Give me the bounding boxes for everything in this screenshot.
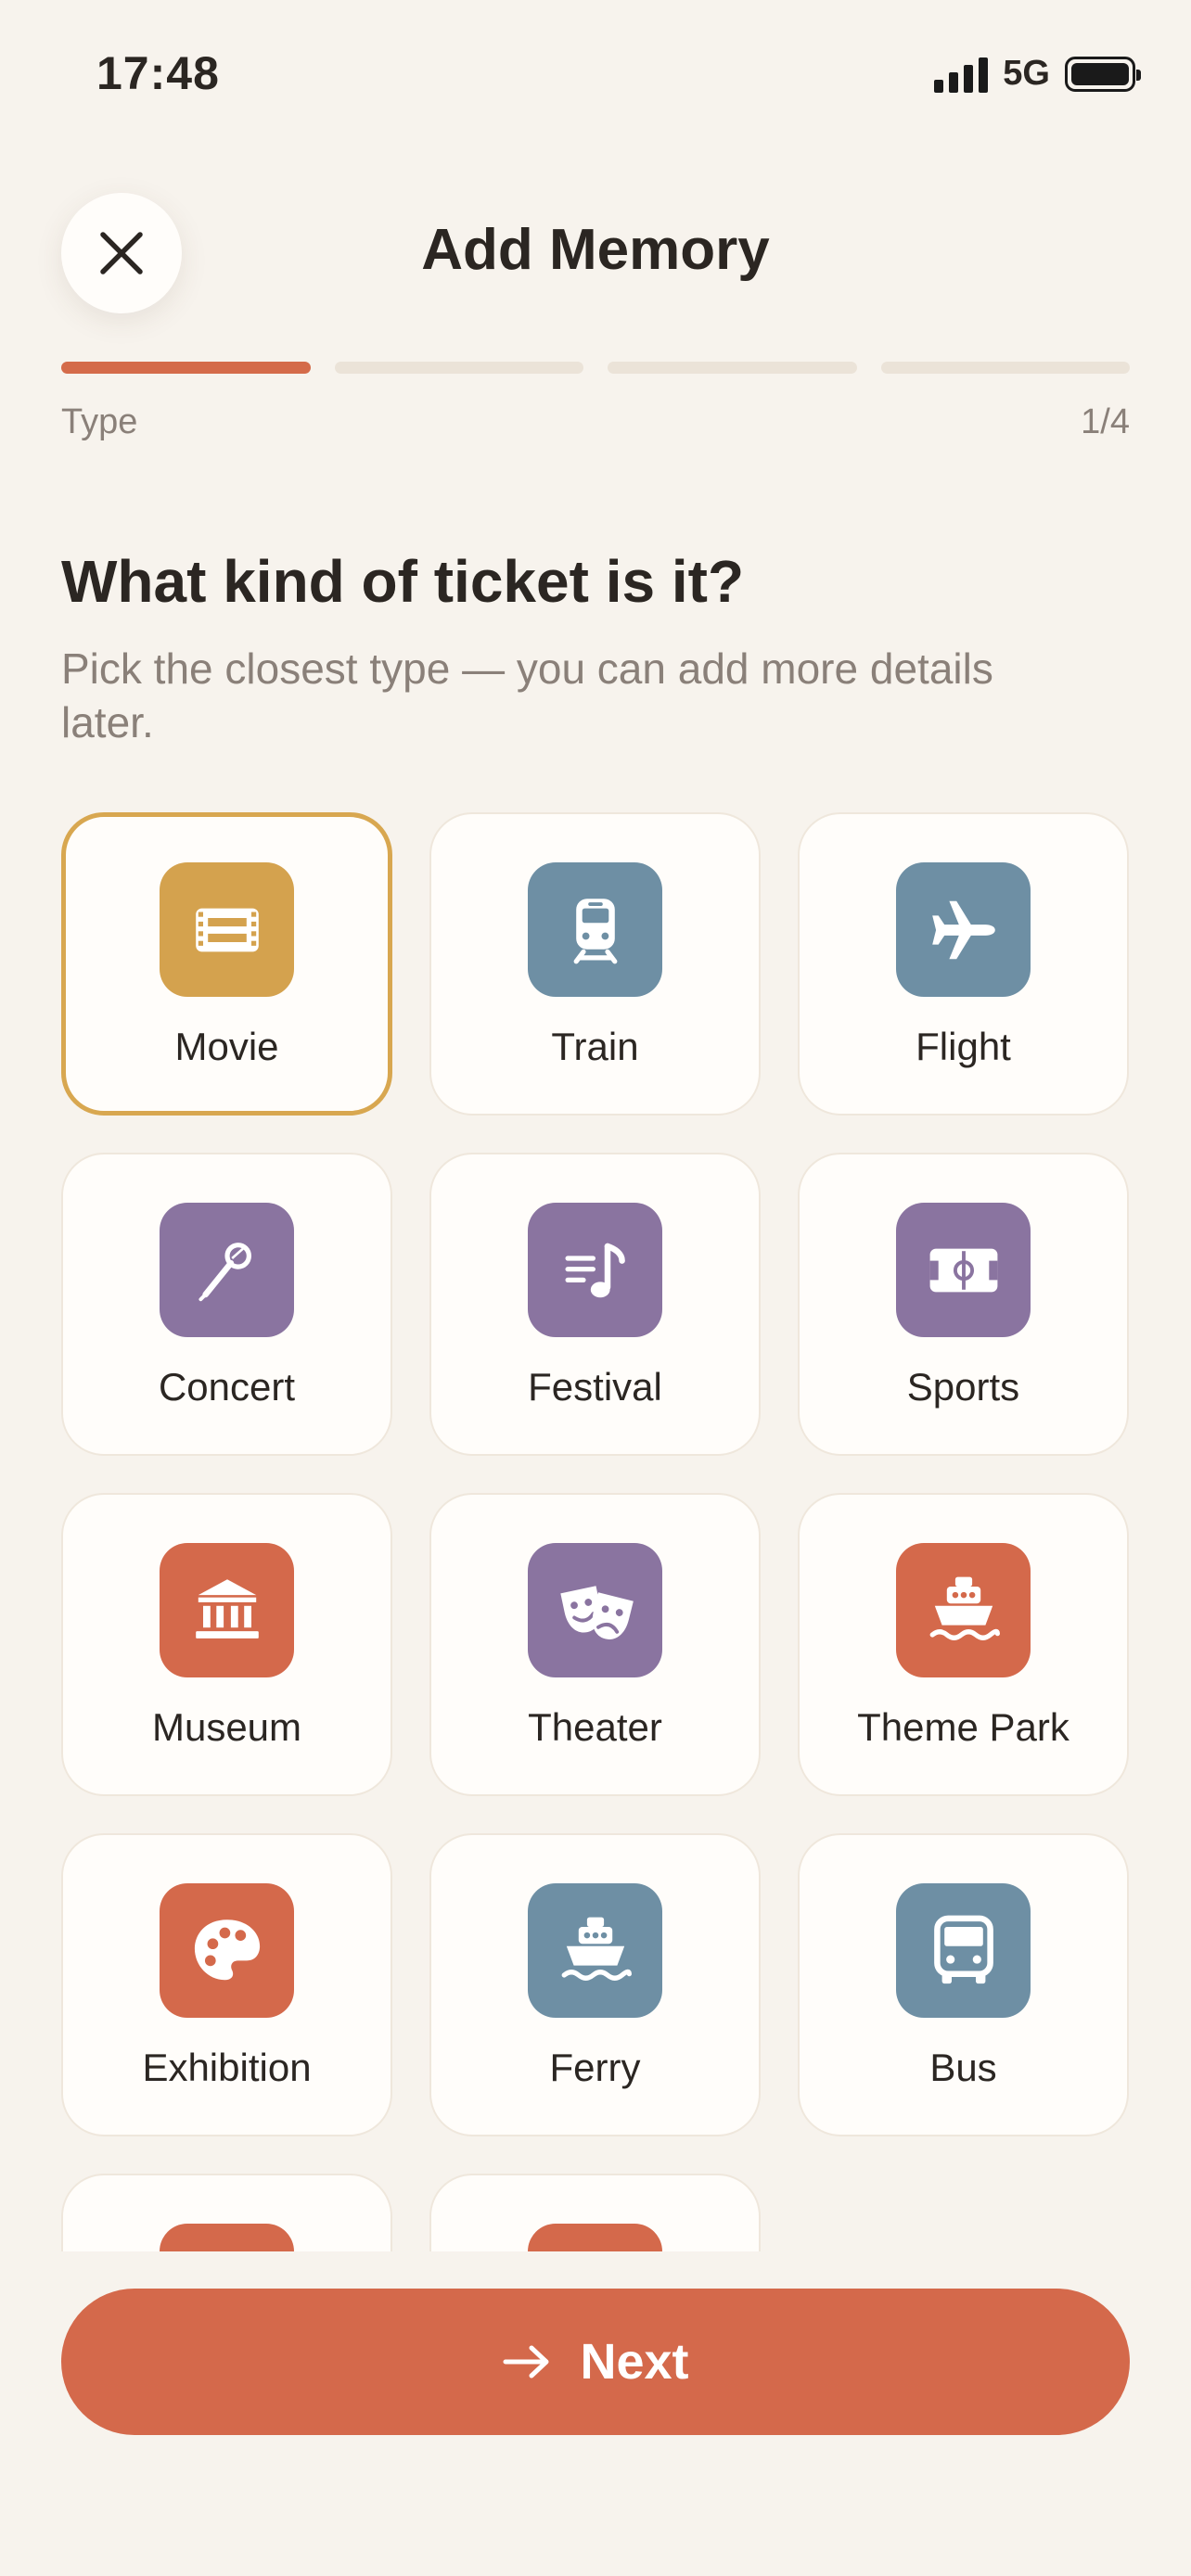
partial-icon	[528, 2224, 662, 2251]
ticket-type-label: Sports	[906, 1365, 1020, 1409]
music-note-icon	[528, 1203, 662, 1337]
partial-icon	[160, 2224, 294, 2251]
step-count: 1/4	[1081, 402, 1130, 441]
ticket-type-sports[interactable]: Sports	[798, 1153, 1129, 1456]
ship-icon	[896, 1543, 1031, 1677]
ticket-type-festival[interactable]: Festival	[429, 1153, 761, 1456]
progress-segment-3	[608, 362, 857, 374]
arrow-right-icon	[503, 2345, 549, 2378]
train-icon	[528, 862, 662, 997]
palette-icon	[160, 1883, 294, 2018]
stadium-icon	[896, 1203, 1031, 1337]
ticket-type-label: Concert	[158, 1365, 296, 1409]
ticket-type-theater[interactable]: Theater	[429, 1493, 761, 1796]
ticket-type-label: Ferry	[549, 2046, 641, 2089]
ticket-type-label: Movie	[174, 1025, 279, 1068]
ticket-type-ferry[interactable]: Ferry	[429, 1833, 761, 2136]
ticket-type-museum[interactable]: Museum	[61, 1493, 392, 1796]
airplane-icon	[896, 862, 1031, 997]
film-icon	[160, 862, 294, 997]
ticket-type-label: Museum	[151, 1705, 302, 1749]
progress-segment-4	[880, 362, 1130, 374]
ticket-type-label: Bus	[929, 2046, 997, 2089]
ticket-type-grid: Movie Train Flight Concert Festival Sports Mus…	[0, 807, 1191, 2251]
ticket-type-label: Train	[551, 1025, 639, 1068]
question-heading: What kind of ticket is it?	[61, 548, 745, 615]
ticket-type-exhibition[interactable]: Exhibition	[61, 1833, 392, 2136]
ferry-icon	[528, 1883, 662, 2018]
cellular-signal-icon	[934, 56, 989, 93]
ticket-type-bus[interactable]: Bus	[798, 1833, 1129, 2136]
ticket-type-label: Exhibition	[142, 2046, 312, 2089]
status-icons: 5G	[934, 54, 1141, 94]
ticket-type-label: Theme Park	[857, 1705, 1069, 1749]
question-subtitle: Pick the closest type — you can add more…	[61, 644, 993, 746]
progress-segment-2	[334, 362, 583, 374]
ticket-type-more-13[interactable]	[61, 2174, 392, 2251]
ticket-type-movie[interactable]: Movie	[61, 812, 392, 1116]
status-bar: 17:48 5G	[0, 0, 1191, 148]
ticket-type-theme-park[interactable]: Theme Park	[798, 1493, 1129, 1796]
ticket-type-concert[interactable]: Concert	[61, 1153, 392, 1456]
microphone-icon	[160, 1203, 294, 1337]
ticket-type-label: Flight	[916, 1025, 1011, 1068]
ticket-type-flight[interactable]: Flight	[798, 812, 1129, 1116]
page-title: Add Memory	[421, 218, 770, 282]
battery-icon	[1065, 56, 1141, 92]
museum-icon	[160, 1543, 294, 1677]
theater-masks-icon	[528, 1543, 662, 1677]
bus-icon	[896, 1883, 1031, 2018]
network-type: 5G	[1003, 54, 1050, 93]
step-label: Type	[61, 402, 138, 441]
next-button[interactable]: Next	[61, 2289, 1130, 2435]
ticket-type-train[interactable]: Train	[429, 812, 761, 1116]
progress-segment-1	[61, 362, 311, 374]
next-button-label: Next	[580, 2334, 689, 2390]
ticket-type-label: Festival	[528, 1365, 662, 1409]
ticket-type-label: Theater	[528, 1705, 662, 1749]
ticket-type-more-14[interactable]	[429, 2174, 761, 2251]
status-time: 17:48	[96, 47, 220, 99]
step-progress-bar	[61, 362, 1130, 374]
